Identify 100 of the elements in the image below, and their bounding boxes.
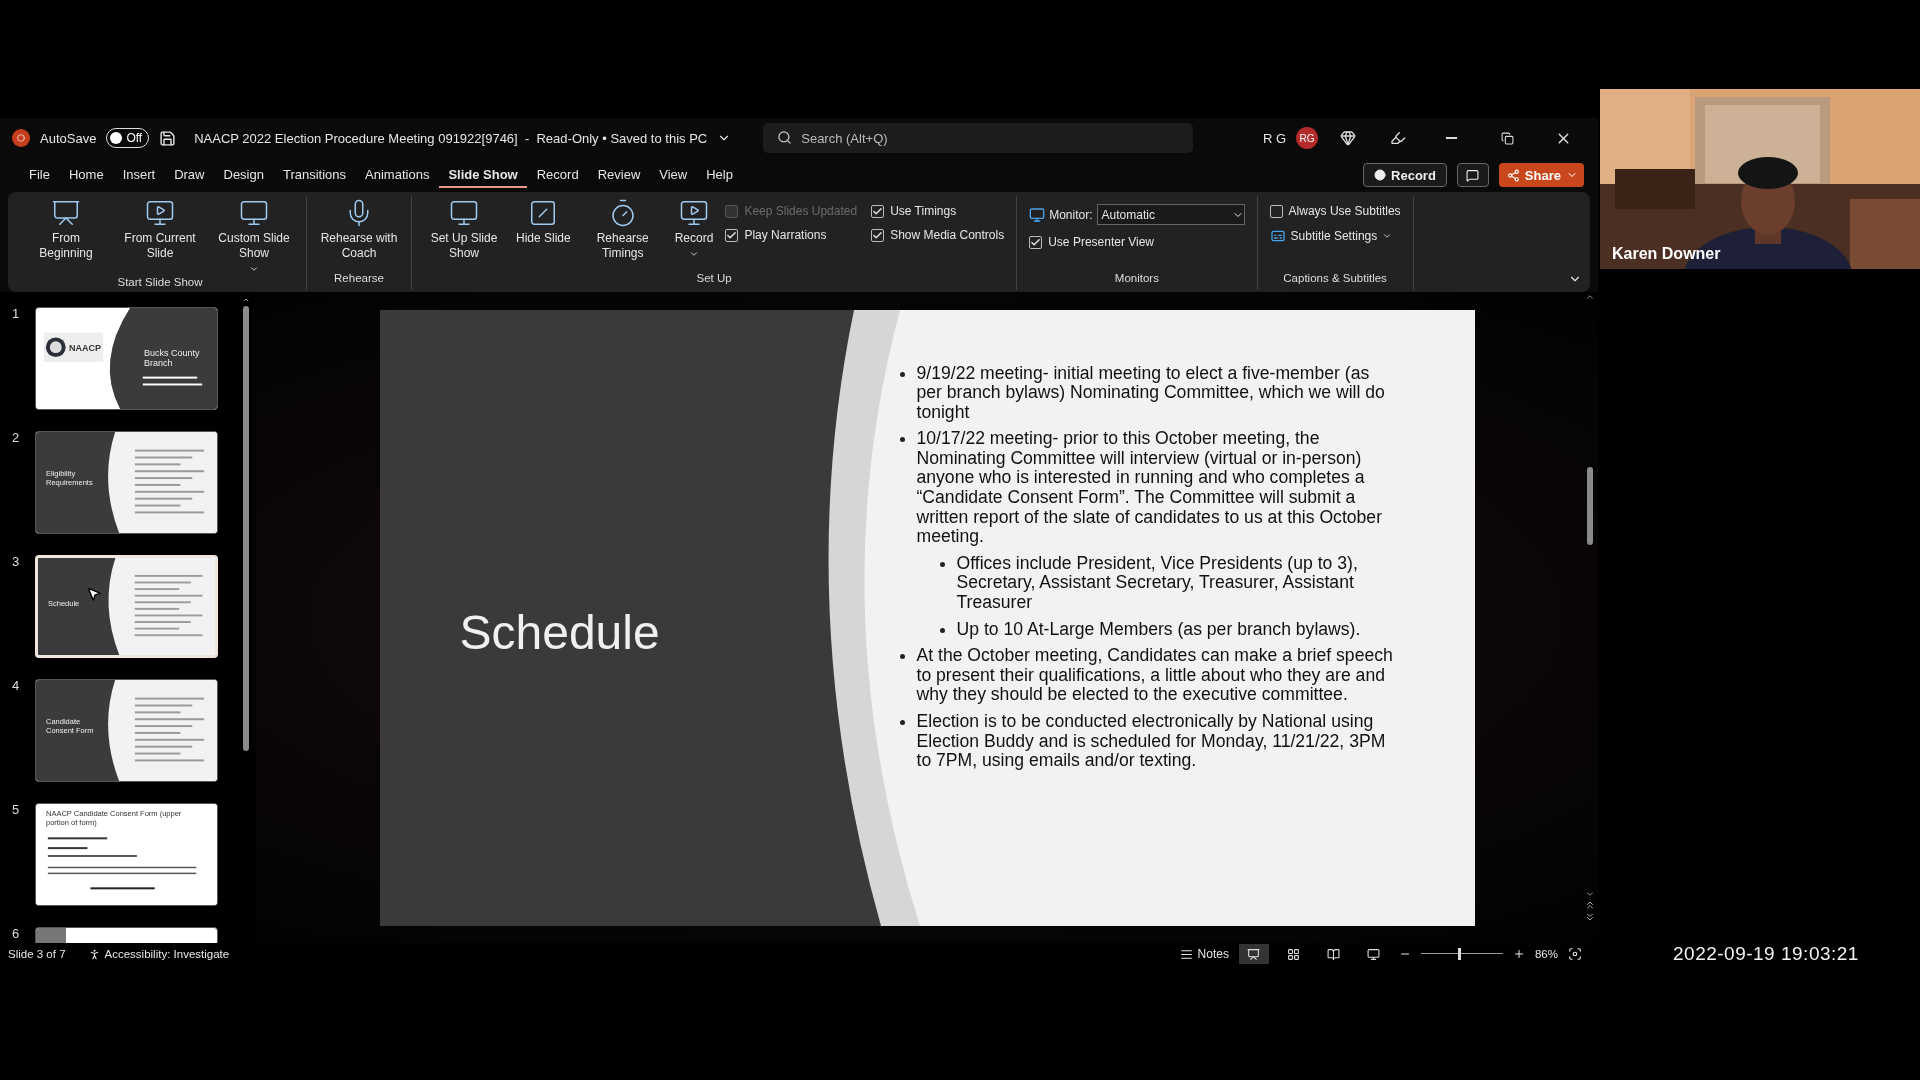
bullet-icon [899,720,905,725]
participant-name: Karen Downer [1612,245,1721,263]
menu-tab[interactable]: Draw [165,162,214,188]
ribbon-button[interactable]: Set Up Slide Show [418,196,510,272]
ribbon-button[interactable]: Rehearse with Coach [313,196,405,272]
comments-button[interactable] [1456,163,1489,187]
ribbon-button[interactable]: Record [670,196,718,272]
normal-view-icon [1247,947,1261,961]
menu-tab[interactable]: Record [527,162,588,188]
bullet-icon [939,627,945,633]
bullet-text: 10/17/22 meeting- prior to this October meeting, the Nominating Committee will interview (virtual or in-person) anyone who is interested in running and who completes a “Candidate Consent Form”. The Committee will submit a written report of the slate of candidates to us at this October meeting. [916,429,1383,547]
checkbox[interactable]: Use Timings [871,204,1005,218]
bullet-icon [899,654,905,660]
group-label: Start Slide Show [116,276,204,290]
comment-icon [1466,168,1480,182]
slide-number: 3 [11,555,21,571]
share-icon [1506,168,1520,182]
group-label: Rehearse [333,272,385,286]
checkbox[interactable]: Show Media Controls [871,228,1005,242]
accessibility-status[interactable]: Accessibility: Investigate [104,948,230,960]
bullet-icon [899,371,905,377]
menu-tab[interactable]: Slide Show [439,162,527,188]
record-icon [1374,169,1387,181]
checkbox[interactable]: Always Use Subtitles [1269,204,1401,218]
monitor-icon [1029,206,1046,223]
checkbox[interactable]: Use Presenter View [1029,235,1245,249]
monitor-icon [239,198,269,228]
slide-title: Schedule [458,605,661,660]
monitor-play-icon [145,198,175,228]
ribbon-button[interactable]: Hide Slide [512,196,575,272]
bullet-text: Election is to be conducted electronically by National using Election Buddy and is scheduled for Monday, 11/21/22, 3PM to 7PM, using emails and/or texting. [916,712,1387,771]
slide-thumbnail[interactable]: NAACP Bucks County Branch [35,307,218,410]
diamond-icon [1340,130,1356,146]
scroll-up-icon[interactable] [1585,292,1595,302]
slide-position: Slide 3 of 7 [8,948,66,960]
logo-text: NAACP [69,343,101,354]
fit-slide-icon[interactable] [1568,947,1582,961]
zoom-thumb[interactable] [1457,948,1461,960]
search-field[interactable]: Search (Alt+Q) [763,123,1194,153]
cursor-icon [86,586,102,602]
menu-tab[interactable]: Help [697,162,742,188]
subtitle-settings-button[interactable]: Subtitle Settings [1269,228,1401,244]
menu-tab[interactable]: Animations [356,162,439,188]
menu-tab[interactable]: File [20,162,59,188]
notes-button[interactable]: Notes [1179,947,1229,961]
share-button[interactable]: Share [1498,163,1584,187]
menu-tab[interactable]: Review [588,162,650,188]
minimize-icon [1445,137,1457,139]
scroll-up-icon[interactable] [242,296,250,304]
menu-tab[interactable]: Transitions [273,162,356,188]
zoom-level: 86% [1534,948,1558,960]
monitor-dropdown[interactable]: Automatic [1096,204,1245,225]
check-icon [1030,236,1042,248]
bullet-text: At the October meeting, Candidates can make a brief speech to present their qualifications, a little about who they are and why they should be elected to the executive committee. [916,646,1394,705]
monitor-icon [1367,947,1381,961]
check-icon [726,229,738,241]
notes-icon [1179,947,1193,961]
scrollbar[interactable] [1587,467,1593,545]
caret-icon [1382,231,1393,241]
presentation-icon [51,198,81,228]
slide-number: 6 [11,927,21,943]
bullet-text: Up to 10 At-Large Members (as per branch bylaws). [956,619,1361,640]
slide-number: 5 [11,803,21,819]
group-label: Monitors [1113,272,1160,286]
user-initials: R G [1262,130,1286,146]
restore-icon [1500,131,1514,145]
captions-icon [1269,228,1286,244]
menu-tab[interactable]: Home [59,162,113,188]
zoom-in-icon[interactable] [1512,948,1525,960]
group-label: Set Up [695,272,733,286]
slide-number: 2 [11,431,21,447]
next-slide-icon[interactable] [1584,911,1596,923]
previous-slide-icon[interactable] [1584,899,1596,911]
monitor-play-icon [679,198,710,228]
check-icon [872,205,884,217]
document-title: NAACP 2022 Election Procedure Meeting 091922[9746] - Read-Only • Saved to this PC [194,130,708,146]
bullet-icon [939,561,945,567]
ribbon-button[interactable]: Custom Slide Show [208,196,300,276]
timestamp: 2022-09-19 19:03:21 [1672,943,1860,965]
field-label: Monitor: [1049,207,1093,222]
slide-number: 1 [11,307,21,323]
ribbon-button[interactable]: From Beginning [20,196,112,276]
view-button[interactable] [1238,944,1269,964]
grid-icon [1287,947,1301,961]
menu-tab[interactable]: Insert [113,162,165,188]
powerpoint-logo-icon [12,129,30,147]
ribbon-button[interactable]: Rehearse Timings [576,196,669,272]
menu-tab[interactable]: Design [214,162,273,188]
bullet-text: 9/19/22 meeting- initial meeting to elect a five-member (as per branch bylaws) Nominating Committee, which we will do tonight [916,363,1386,423]
bullet-text: Offices include President, Vice Presidents (up to 3), Secretary, Assistant Secretary, Treasurer, Assistant Treasurer [956,553,1359,613]
slide-number: 4 [11,679,21,695]
user-avatar[interactable]: RG [1296,127,1318,149]
save-icon[interactable] [159,129,177,147]
scroll-down-icon[interactable] [1585,889,1595,899]
menu-tab[interactable]: View [650,162,697,188]
bullet-icon [899,437,905,443]
checkbox[interactable]: Play Narrations [725,228,858,242]
ribbon-button[interactable]: From Current Slide [114,196,206,276]
record-button[interactable]: Record [1363,163,1447,187]
monitor-icon [449,198,479,228]
